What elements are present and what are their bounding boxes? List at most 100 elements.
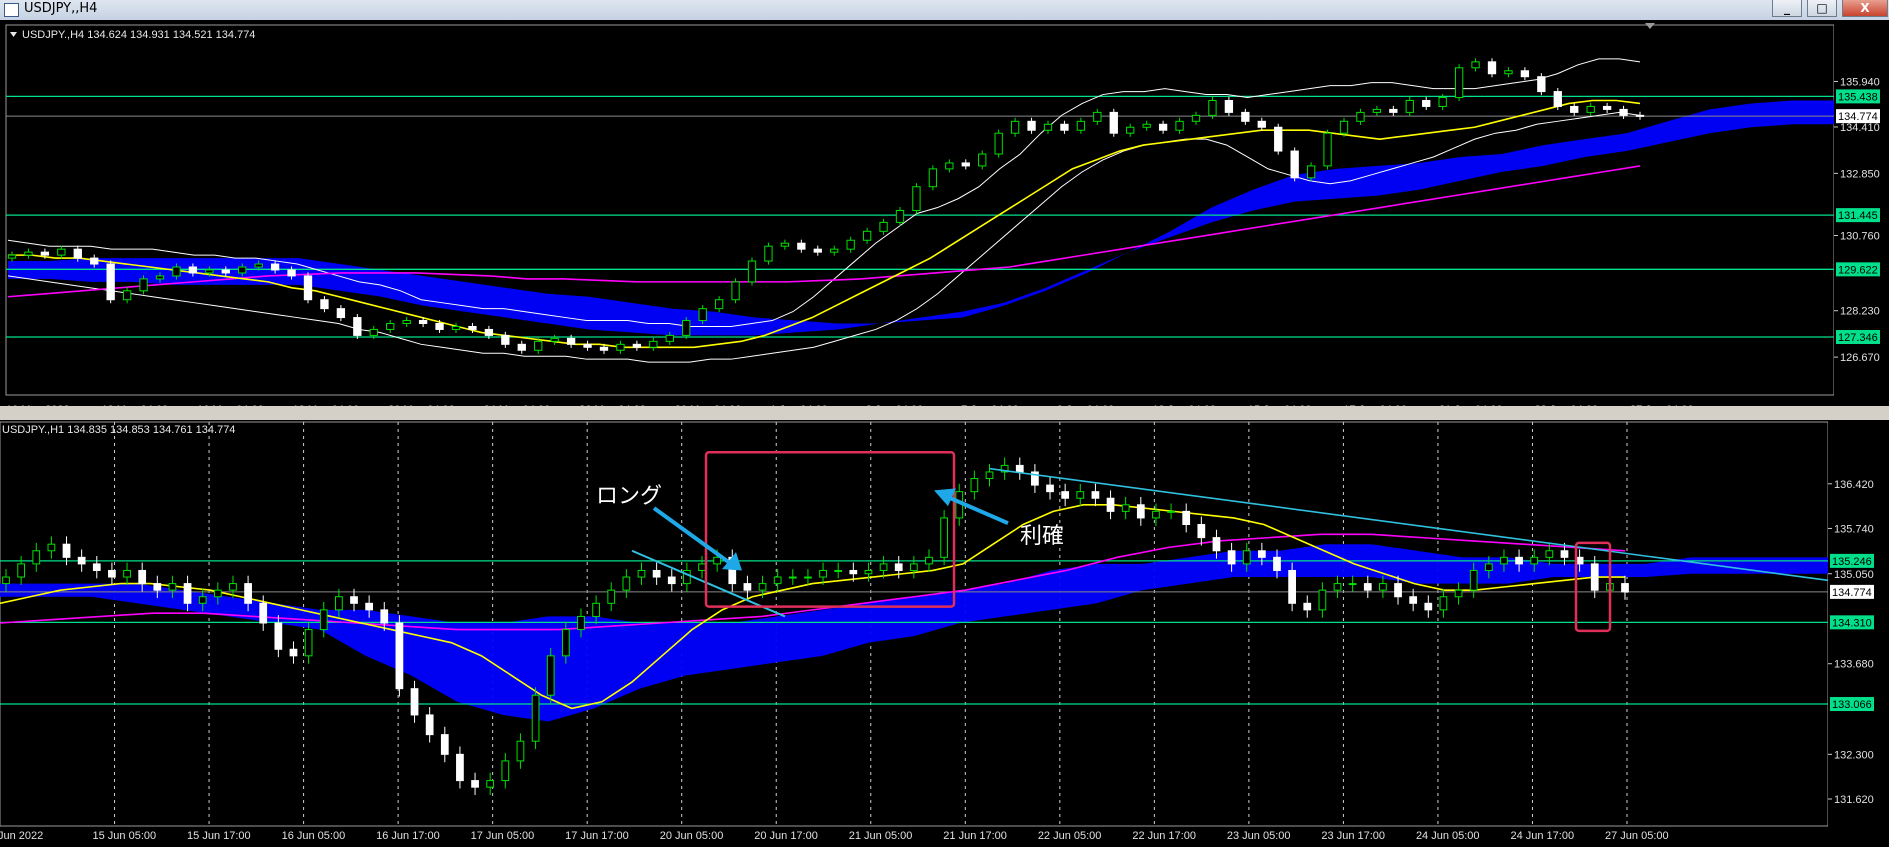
candle-body — [1602, 105, 1612, 110]
candle-body — [862, 230, 872, 241]
candle-body — [1288, 569, 1296, 604]
candle-body — [1290, 150, 1299, 179]
candle-body — [92, 563, 101, 571]
candle-body — [2, 576, 10, 585]
candle-body — [1487, 61, 1497, 75]
candle-body — [1348, 583, 1357, 586]
candle-body — [402, 320, 411, 325]
time-label: 15 Jun 05:00 — [93, 830, 157, 842]
time-label: 24 Jun 17:00 — [1510, 830, 1574, 842]
candle-body — [501, 334, 510, 345]
candle-body — [304, 629, 313, 657]
candle-body — [546, 655, 555, 696]
candle-body — [289, 648, 298, 657]
candle-body — [1389, 108, 1398, 113]
candle-body — [153, 583, 162, 591]
candle-body — [1109, 111, 1118, 134]
candle-body — [912, 186, 921, 212]
candle-body — [1076, 491, 1085, 499]
candle-body — [714, 299, 724, 310]
hline-price-label: 129.622 — [1838, 264, 1878, 276]
time-label: 16 Jun 17:00 — [376, 830, 440, 842]
candle-body — [1621, 583, 1629, 593]
candle-body — [1438, 97, 1447, 107]
candle-body — [849, 569, 858, 575]
candle-body — [336, 308, 346, 319]
restore-icon: □ — [1816, 1, 1828, 15]
candle-body — [1015, 464, 1024, 473]
h1-chart-pane[interactable]: 136.420 135.740 135.050 133.680 132.300 131.6… — [0, 420, 1889, 847]
h4-chart-pane[interactable]: 135.940 134.410 132.850 130.760 128.230 126.6… — [0, 20, 1889, 420]
candle-body — [1208, 99, 1217, 116]
time-label: 23 Jun 17:00 — [1321, 830, 1385, 842]
collapse-arrow-icon — [10, 32, 17, 37]
candle-body — [961, 162, 970, 167]
candle-body — [1242, 550, 1251, 565]
hline-price-label: 135.246 — [1832, 556, 1872, 568]
restore-button[interactable]: □ — [1807, 0, 1837, 17]
candle-body — [599, 346, 609, 351]
candle-body — [1323, 132, 1332, 167]
candle-body — [713, 556, 722, 565]
candle-body — [335, 596, 343, 611]
price-label: 131.620 — [1834, 794, 1874, 806]
candle-body — [365, 602, 374, 611]
candle-body — [1504, 70, 1513, 75]
candle-body — [1306, 165, 1316, 179]
candle-body — [1590, 563, 1599, 591]
candle-body — [682, 320, 691, 336]
candle-body — [1191, 114, 1201, 122]
candle-body — [1363, 583, 1372, 591]
candle-body — [1409, 596, 1418, 604]
minimize-button[interactable]: _ — [1772, 0, 1802, 17]
candle-body — [1405, 99, 1414, 113]
time-label: 16 Jun 05:00 — [282, 830, 346, 842]
close-button[interactable]: X — [1842, 0, 1888, 17]
candle-body — [940, 517, 948, 558]
candle-body — [1241, 111, 1250, 122]
candle-body — [1553, 91, 1562, 107]
candle-body — [350, 596, 358, 604]
candle-body — [773, 576, 782, 585]
candle-body — [813, 248, 822, 253]
candle-body — [471, 780, 479, 788]
candle-body — [1093, 111, 1102, 122]
candle-body — [978, 153, 987, 167]
candle-body — [1197, 524, 1206, 539]
candle-body — [747, 260, 757, 283]
candle-body — [1471, 61, 1480, 69]
pane-separator[interactable] — [0, 406, 1889, 420]
candle-body — [667, 576, 676, 585]
candle-body — [501, 760, 510, 782]
moving-average-yellow — [8, 99, 1641, 349]
candle-body — [1152, 510, 1160, 519]
candle-body — [17, 563, 26, 578]
candle-body — [123, 569, 131, 578]
candle-body — [1167, 510, 1175, 513]
candle-body — [1500, 556, 1508, 565]
h1-chart[interactable]: 136.420 135.740 135.050 133.680 132.300 131.6… — [0, 420, 1889, 847]
candle-body — [637, 569, 646, 578]
candle-body — [395, 622, 404, 690]
time-label: Jun 2022 — [0, 830, 43, 842]
candle-body — [32, 550, 41, 565]
candle-body — [1439, 596, 1448, 611]
candle-body — [1121, 504, 1130, 512]
candle-body — [846, 239, 855, 250]
candle-body — [168, 583, 177, 591]
candle-body — [40, 251, 50, 256]
hline-price-label: 131.445 — [1838, 210, 1878, 222]
h4-chart[interactable]: 135.940 134.410 132.850 130.760 128.230 126.6… — [0, 20, 1889, 420]
candle-body — [985, 471, 994, 480]
time-label: 23 Jun 05:00 — [1227, 830, 1291, 842]
time-label: 21 Jun 05:00 — [849, 830, 913, 842]
candle-body — [198, 596, 207, 604]
candle-body — [183, 583, 192, 604]
candle-body — [1106, 497, 1115, 512]
candle-body — [238, 266, 247, 274]
price-label: 135.940 — [1840, 76, 1880, 88]
candle-body — [1454, 67, 1464, 99]
candle-body — [73, 248, 82, 259]
time-label: 24 Jun 05:00 — [1416, 830, 1480, 842]
candle-body — [1091, 491, 1100, 499]
